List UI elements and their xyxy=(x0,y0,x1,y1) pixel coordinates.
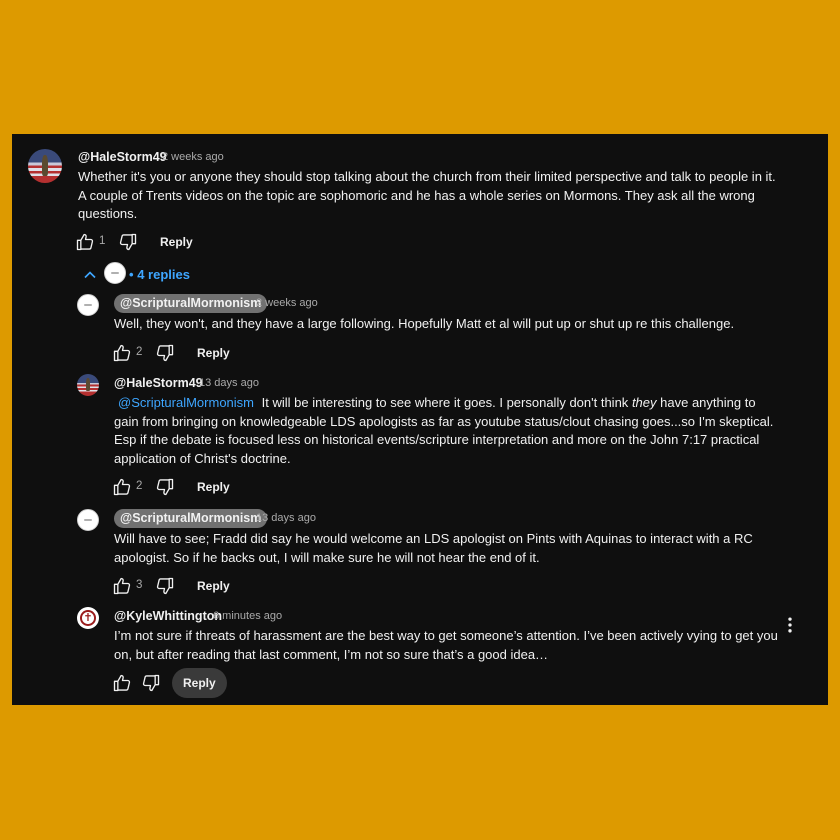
reply-button[interactable]: Reply xyxy=(197,480,230,494)
reply-text: I’m not sure if threats of harassment ar… xyxy=(114,628,778,662)
reply-author[interactable]: @ScripturalMormonism xyxy=(114,509,268,528)
reply-author[interactable]: @ScripturalMormonism xyxy=(114,294,268,313)
reply-time[interactable]: 13 days ago xyxy=(256,512,316,524)
reply-button[interactable]: Reply xyxy=(197,346,230,360)
thumbs-down-icon[interactable] xyxy=(118,232,138,252)
thumbs-down-icon[interactable] xyxy=(141,673,161,693)
reply-time[interactable]: 2 weeks ago xyxy=(256,297,318,309)
comments-panel: @HaleStorm49 2 weeks ago Whether it's yo… xyxy=(12,134,828,705)
scripturalmormonism-avatar[interactable] xyxy=(77,509,99,531)
like-count: 2 xyxy=(136,480,143,492)
replier-avatar xyxy=(104,262,126,284)
more-vert-icon[interactable] xyxy=(780,615,800,635)
thumbs-down-icon[interactable] xyxy=(155,343,175,363)
thumbs-up-icon[interactable] xyxy=(112,477,132,497)
kylewhittington-avatar[interactable] xyxy=(77,607,99,629)
reply-time[interactable]: 6 minutes ago xyxy=(213,610,282,622)
bullet: • xyxy=(129,267,134,282)
comment-time[interactable]: 2 weeks ago xyxy=(162,151,224,163)
chevron-up-icon[interactable] xyxy=(80,265,100,285)
like-count: 2 xyxy=(136,346,143,358)
replies-count: 4 replies xyxy=(137,267,190,282)
comment-author[interactable]: @HaleStorm49 xyxy=(78,150,167,164)
reply-author[interactable]: @KyleWhittington xyxy=(114,609,222,623)
thumbs-down-icon[interactable] xyxy=(155,576,175,596)
reply-text: Will have to see; Fradd did say he would… xyxy=(114,531,753,565)
halestorm-avatar[interactable] xyxy=(28,149,62,183)
thumbs-up-icon[interactable] xyxy=(112,343,132,363)
reply-author[interactable]: @HaleStorm49 xyxy=(114,376,203,390)
replies-toggle[interactable]: • 4 replies xyxy=(129,267,190,282)
like-count: 3 xyxy=(136,579,143,591)
comment-text: Whether it's you or anyone they should s… xyxy=(78,169,776,221)
reply-button[interactable]: Reply xyxy=(197,579,230,593)
like-count: 1 xyxy=(99,235,106,247)
thumbs-up-icon[interactable] xyxy=(112,576,132,596)
thumbs-up-icon[interactable] xyxy=(75,232,95,252)
halestorm-avatar[interactable] xyxy=(77,374,99,396)
thumbs-down-icon[interactable] xyxy=(155,477,175,497)
reply-time[interactable]: 13 days ago xyxy=(199,377,259,389)
reply-text: Well, they won't, and they have a large … xyxy=(114,316,735,331)
reply-button[interactable]: Reply xyxy=(160,235,193,249)
thumbs-up-icon[interactable] xyxy=(112,673,132,693)
mention-link[interactable]: @ScripturalMormonism xyxy=(118,395,254,410)
reply-text: @ScripturalMormonism It will be interest… xyxy=(114,395,774,466)
reply-button[interactable]: Reply xyxy=(172,668,227,698)
scripturalmormonism-avatar[interactable] xyxy=(77,294,99,316)
